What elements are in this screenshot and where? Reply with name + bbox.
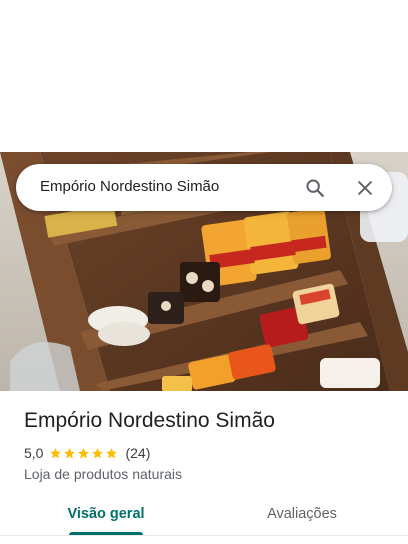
star-icon <box>92 447 104 458</box>
place-category[interactable]: Loja de produtos naturais <box>24 466 182 482</box>
tab-bar: Visão geral Avaliações <box>0 494 408 538</box>
close-icon[interactable] <box>349 172 381 204</box>
star-rating <box>49 447 119 460</box>
review-count[interactable]: (24) <box>125 445 150 461</box>
map-blank-area <box>0 0 408 152</box>
place-title: Empório Nordestino Simão <box>24 409 275 432</box>
rating-row[interactable]: 5,0 (24) <box>24 444 150 462</box>
star-icon <box>50 447 62 458</box>
tabs-divider <box>0 535 408 536</box>
search-bar[interactable]: Empório Nordestino Simão <box>16 164 392 211</box>
star-icon <box>64 447 76 458</box>
star-icon <box>78 447 90 458</box>
star-icon <box>106 447 118 458</box>
tab-overview[interactable]: Visão geral <box>50 494 162 534</box>
search-icon[interactable] <box>299 172 331 204</box>
tab-reviews[interactable]: Avaliações <box>246 494 358 534</box>
rating-value: 5,0 <box>24 445 44 461</box>
search-input[interactable]: Empório Nordestino Simão <box>40 178 219 195</box>
